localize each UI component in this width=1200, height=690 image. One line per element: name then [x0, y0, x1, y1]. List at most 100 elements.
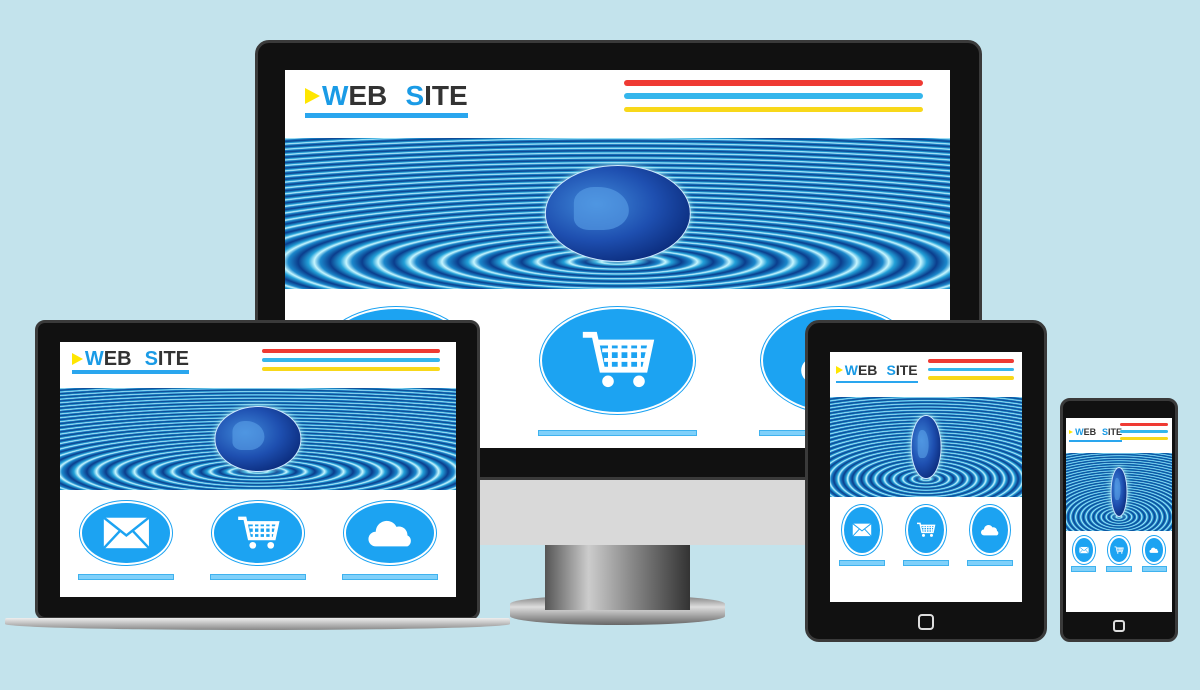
envelope-icon	[1075, 538, 1093, 562]
laptop-base	[5, 618, 510, 630]
tablet-home-button[interactable]	[918, 614, 934, 630]
site-header: W EB S ITE	[1066, 418, 1172, 451]
cloud-icon	[972, 507, 1008, 553]
feature-column	[331, 500, 450, 581]
site-header: W EB S ITE	[60, 342, 456, 385]
header-line-1	[927, 358, 1015, 363]
header-menu-lines[interactable]	[1120, 423, 1168, 440]
shopping-cart-icon	[1110, 538, 1128, 562]
hero-banner-ripples	[285, 138, 950, 290]
logo-letters-eb: EB	[103, 347, 132, 370]
hero-banner-ripples	[830, 397, 1022, 497]
feature-link-button[interactable]	[902, 559, 950, 566]
phone-home-button[interactable]	[1113, 620, 1125, 632]
feature-column	[1138, 535, 1170, 573]
globe-icon	[910, 415, 942, 479]
shopping-cart-button[interactable]	[539, 306, 696, 415]
monitor-stand-neck	[545, 540, 690, 610]
header-line-1	[261, 348, 441, 353]
header-menu-lines[interactable]	[624, 80, 924, 113]
header-menu-lines[interactable]	[261, 348, 441, 371]
cloud-button[interactable]	[343, 500, 437, 565]
play-triangle-icon	[835, 365, 843, 374]
header-line-2	[624, 93, 924, 100]
phone-screen: W EB S ITE	[1066, 418, 1172, 612]
logo-letters-ite: ITE	[895, 361, 918, 378]
header-line-3	[624, 106, 924, 113]
shopping-cart-button[interactable]	[1107, 535, 1131, 564]
site-logo[interactable]: W EB S ITE	[71, 347, 190, 375]
logo-letters-ite: ITE	[157, 347, 190, 370]
cloud-icon	[1145, 538, 1163, 562]
logo-letters-eb: EB	[348, 79, 388, 111]
website-layout: W EB S ITE	[1066, 418, 1172, 612]
laptop: W EB S ITE	[5, 320, 510, 632]
feature-column	[518, 306, 718, 437]
shopping-cart-icon	[908, 507, 944, 553]
globe-icon	[1110, 466, 1128, 517]
envelope-button[interactable]	[79, 500, 173, 565]
hero-banner-ripples	[1066, 452, 1172, 531]
site-header: W EB S ITE	[285, 70, 950, 134]
shopping-cart-icon	[542, 309, 694, 412]
feature-link-button[interactable]	[210, 574, 306, 581]
feature-link-button[interactable]	[537, 430, 698, 437]
feature-row	[1066, 534, 1172, 612]
shopping-cart-button[interactable]	[905, 504, 947, 556]
feature-link-button[interactable]	[966, 559, 1014, 566]
feature-column	[199, 500, 318, 581]
feature-link-button[interactable]	[78, 574, 174, 581]
hero-banner-ripples	[60, 387, 456, 490]
logo-letters-eb: EB	[857, 361, 878, 378]
feature-link-button[interactable]	[1106, 566, 1132, 573]
feature-link-button[interactable]	[1141, 566, 1168, 573]
header-line-3	[1120, 436, 1168, 440]
website-layout: W EB S ITE	[830, 352, 1022, 602]
site-logo[interactable]: W EB S ITE	[1069, 423, 1123, 443]
play-triangle-icon	[1069, 429, 1074, 434]
tablet: W EB S ITE	[805, 320, 1047, 642]
logo-letter-s: S	[405, 79, 425, 111]
feature-link-button[interactable]	[1070, 566, 1097, 573]
smartphone: W EB S ITE	[1060, 398, 1178, 642]
logo-letter-w: W	[1075, 426, 1084, 437]
logo-letter-s: S	[886, 361, 896, 378]
site-header: W EB S ITE	[830, 352, 1022, 395]
feature-row	[60, 495, 456, 597]
header-line-1	[624, 80, 924, 87]
globe-icon	[214, 406, 302, 472]
tablet-screen: W EB S ITE	[830, 352, 1022, 602]
header-line-1	[1120, 423, 1168, 427]
feature-column	[1068, 535, 1100, 573]
header-menu-lines[interactable]	[927, 358, 1015, 381]
header-line-2	[1120, 430, 1168, 433]
laptop-screen: W EB S ITE	[60, 342, 456, 597]
header-line-2	[927, 367, 1015, 372]
shopping-cart-button[interactable]	[211, 500, 305, 565]
feature-link-button[interactable]	[838, 559, 886, 566]
feature-column	[1103, 535, 1135, 573]
cloud-button[interactable]	[969, 504, 1011, 556]
envelope-icon	[844, 507, 880, 553]
envelope-icon	[82, 503, 171, 563]
feature-column	[961, 504, 1019, 566]
feature-row	[830, 502, 1022, 602]
feature-column	[897, 504, 955, 566]
globe-icon	[544, 165, 691, 262]
logo-letters-ite: ITE	[424, 79, 468, 111]
cloud-button[interactable]	[1143, 535, 1166, 564]
feature-column	[833, 504, 891, 566]
feature-column	[67, 500, 186, 581]
envelope-button[interactable]	[841, 504, 883, 556]
header-line-2	[261, 357, 441, 362]
site-logo[interactable]: W EB S ITE	[304, 79, 468, 118]
header-line-3	[927, 376, 1015, 381]
envelope-button[interactable]	[1072, 535, 1095, 564]
logo-letter-w: W	[321, 79, 349, 111]
play-triangle-icon	[304, 87, 320, 104]
site-logo[interactable]: W EB S ITE	[835, 358, 918, 384]
header-line-3	[261, 366, 441, 371]
shopping-cart-icon	[214, 503, 303, 563]
feature-link-button[interactable]	[342, 574, 438, 581]
logo-letter-s: S	[144, 347, 158, 370]
